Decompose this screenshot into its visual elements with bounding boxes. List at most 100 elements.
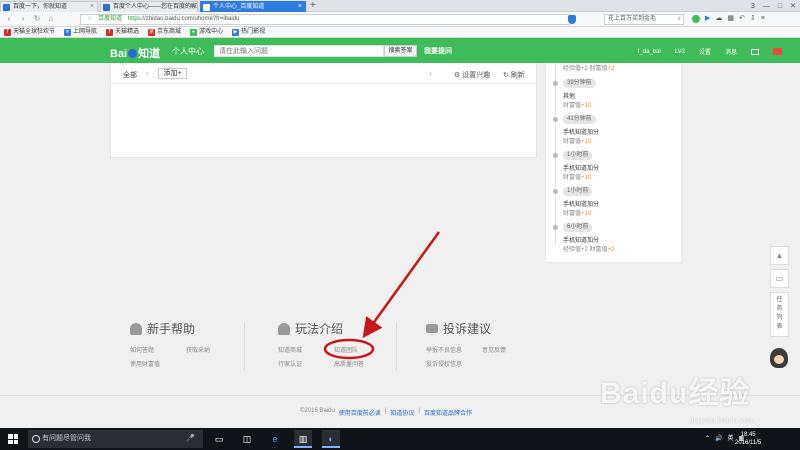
settings-link[interactable]: 设置 (699, 47, 711, 56)
timeline-reward: 财富值+10 (563, 139, 592, 145)
separator: | (418, 408, 420, 414)
help-link[interactable]: 高质量问答 (334, 359, 364, 368)
search-icon[interactable]: ⌕ (678, 15, 681, 24)
notification-icon[interactable] (772, 48, 782, 55)
timeline-time: 41分钟前 (563, 115, 596, 124)
help-link[interactable]: 行家认证 (278, 359, 302, 368)
help-link[interactable]: 使用财富值 (130, 359, 160, 368)
bookmark-label: 热门影视 (241, 28, 266, 35)
help-link[interactable]: 如何答题 (130, 345, 154, 354)
refresh-button[interactable]: ↻ 刷新 (503, 70, 525, 80)
bookmark-star-icon[interactable]: ☆ (87, 16, 92, 22)
back-to-top-button[interactable]: ▲ (770, 246, 789, 265)
home-button[interactable]: ⌂ (46, 14, 56, 24)
microphone-icon[interactable]: 🎤 (186, 430, 195, 448)
ask-question-button[interactable]: 我要提问 (424, 46, 452, 56)
app-icon[interactable]: ▥ (294, 430, 312, 448)
bookmark-item[interactable]: e 上网导航 (64, 27, 97, 37)
add-topic-button[interactable]: 添加+ (158, 68, 187, 79)
security-shield-icon[interactable] (568, 15, 576, 24)
help-link[interactable]: 知道商城 (278, 345, 302, 354)
person-icon (130, 322, 142, 335)
help-link[interactable]: 获取采纳 (186, 345, 210, 354)
play-icon[interactable]: ▶ (705, 14, 710, 24)
timeline-title[interactable]: 手机知道加分 (563, 163, 599, 172)
forward-button[interactable]: › (18, 14, 28, 24)
system-clock[interactable]: 18:45 2016/11/5 (735, 431, 761, 447)
baidu-zhidao-logo[interactable]: Bai 知道 (110, 45, 160, 61)
search-answer-button[interactable]: 搜索答案 (384, 45, 417, 57)
timeline-reward: 财富值+10 (563, 211, 592, 217)
zhidao-favicon-icon (203, 4, 210, 11)
help-link[interactable]: 举报不良信息 (426, 345, 462, 354)
person-icon (278, 322, 290, 335)
help-section-title: 玩法介绍 (278, 320, 388, 337)
back-button[interactable]: ‹ (4, 14, 14, 24)
filter-all[interactable]: 全部 (123, 70, 137, 80)
mascot-avatar[interactable] (770, 348, 788, 368)
close-window-button[interactable]: ✕ (790, 2, 796, 10)
mail-icon[interactable] (750, 48, 759, 55)
browser-tab-active[interactable]: 个人中心_百度知道 × (200, 1, 306, 12)
footer-link[interactable]: 使用百度前必读 (339, 408, 381, 417)
browser-icon[interactable]: ◐ (322, 430, 340, 448)
messages-link[interactable]: 消息 (725, 47, 737, 56)
task-view-icon[interactable]: ▭ (210, 430, 228, 448)
help-link[interactable]: 投诉侵权信息 (426, 359, 462, 368)
cortana-icon (32, 435, 40, 443)
url-bar[interactable]: ☆ 百度知道 https://zhidao.baidu.com/uhome?fr… (80, 14, 570, 25)
browser-tab[interactable]: 百度一下，你就知道 × (0, 1, 98, 12)
video-icon: ▶ (232, 28, 240, 36)
extension-icon[interactable] (692, 15, 700, 23)
clock-time: 18:45 (740, 432, 756, 438)
cloud-icon[interactable]: ☁ (715, 14, 722, 24)
bookmark-item[interactable]: 京京东商城 (148, 27, 181, 37)
ime-indicator[interactable]: 英 (728, 432, 734, 446)
timeline-title[interactable]: 手机知道加分 (563, 235, 599, 244)
timeline-title[interactable]: 手机知道加分 (563, 199, 599, 208)
chevron-left-icon[interactable]: ‹ (146, 68, 149, 78)
set-interest-button[interactable]: ⚙ 设置兴趣 (454, 70, 490, 80)
bookmark-label: 天猫精选 (115, 28, 140, 35)
new-tab-button[interactable]: + (310, 0, 316, 11)
browser-tab[interactable]: 百度个人中心——您在百度的家 × (100, 1, 198, 12)
help-link-team[interactable]: 知道团队 (334, 345, 358, 354)
download-icon[interactable]: ⇩ (750, 14, 756, 24)
taskbar-search[interactable]: 有问题尽管问我 🎤 (28, 430, 203, 448)
footer-link[interactable]: 百度知道品牌合作 (424, 408, 472, 417)
minimize-button[interactable]: — (763, 3, 770, 10)
feedback-button[interactable]: ▭ (770, 269, 789, 288)
undo-icon[interactable]: ↶ (739, 14, 745, 24)
file-explorer-icon[interactable]: ◫ (238, 430, 256, 448)
timeline-time: 39分钟前 (563, 79, 596, 88)
username-link[interactable]: l_da_bai (638, 49, 661, 55)
tab-label: 百度个人中心——您在百度的家 (113, 4, 198, 10)
close-icon[interactable]: × (90, 2, 94, 12)
timeline-title[interactable]: 其他 (563, 91, 575, 100)
bookmark-item[interactable]: ▶ 热门影视 (232, 27, 265, 37)
bookmark-item[interactable]: T 天猫精选 (106, 27, 139, 37)
close-icon[interactable]: × (298, 2, 302, 12)
timeline-title[interactable]: 手机知道加分 (563, 127, 599, 136)
tab-count-badge[interactable]: 3 (751, 3, 755, 10)
question-search-input[interactable] (214, 45, 384, 57)
help-link[interactable]: 意见反馈 (482, 345, 506, 354)
windows-start-icon[interactable] (8, 434, 18, 444)
bookmark-item[interactable]: ● 游戏中心 (190, 27, 223, 37)
edge-icon[interactable]: e (266, 430, 284, 448)
menu-icon[interactable]: ≡ (761, 14, 765, 24)
navigation-icon: e (64, 28, 72, 36)
volume-icon[interactable]: 🔊 (715, 432, 722, 446)
level-badge[interactable]: LV2 (675, 49, 685, 55)
task-list-button[interactable]: 任务列表 (770, 292, 789, 337)
close-icon[interactable]: × (190, 2, 194, 12)
browser-search-box[interactable]: 花上百万买到金毛 ⌕ (604, 14, 684, 25)
tray-expand-icon[interactable]: ⌃ (705, 432, 710, 446)
user-links: l_da_bai LV2 设置 消息 (638, 47, 782, 56)
grid-icon[interactable]: ▦ (727, 14, 734, 24)
chevron-right-icon[interactable]: › (429, 68, 432, 78)
bookmark-item[interactable]: T 天猫全球狂欢节 (4, 27, 55, 37)
maximize-button[interactable]: □ (778, 3, 782, 10)
footer-link[interactable]: 知道协议 (390, 408, 414, 417)
reload-button[interactable]: ↻ (32, 14, 42, 24)
